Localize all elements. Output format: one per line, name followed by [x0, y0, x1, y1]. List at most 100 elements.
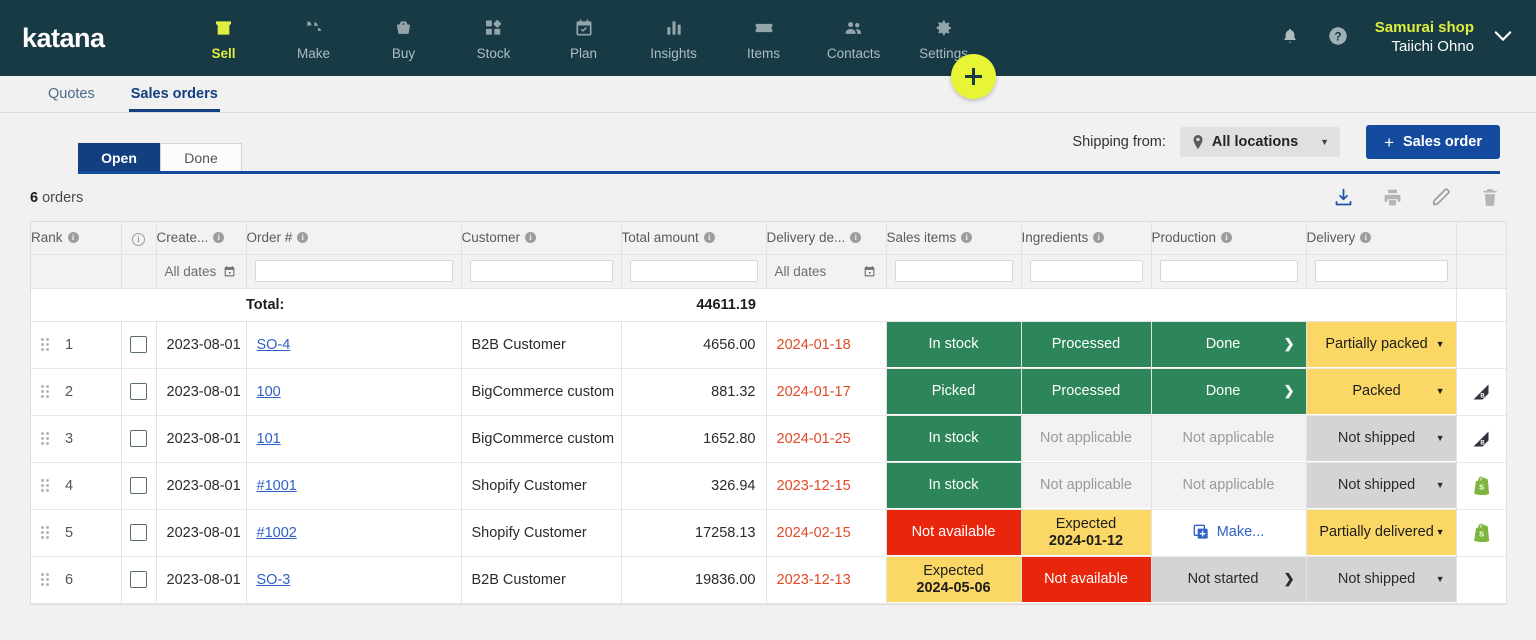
row-checkbox[interactable] [130, 477, 147, 494]
order-link[interactable]: SO-4 [257, 337, 291, 353]
segment-open[interactable]: Open [78, 143, 160, 171]
chevron-down-icon[interactable]: ▼ [1436, 433, 1445, 443]
col-header-order[interactable]: Order # i [246, 222, 462, 255]
table-row[interactable]: 5 2023-08-01 #1002 Shopify Customer 17258.13… [31, 509, 1507, 557]
info-icon[interactable]: i [1221, 232, 1233, 244]
nav-item-stock[interactable]: Stock [449, 15, 539, 61]
nav-item-buy[interactable]: Buy [359, 15, 449, 61]
col-header-sales-items[interactable]: Sales items i [886, 222, 1022, 255]
nav-item-make[interactable]: Make [269, 15, 359, 61]
filter-delivery-input[interactable] [1314, 260, 1448, 282]
location-dropdown[interactable]: All locations ▼ [1179, 127, 1341, 157]
row-checkbox[interactable] [130, 430, 147, 447]
tab-quotes[interactable]: Quotes [46, 76, 97, 112]
sales-items-badge[interactable]: Not available [886, 510, 1020, 555]
chevron-right-icon[interactable]: ❯ [1284, 572, 1295, 587]
sales-items-badge[interactable]: Expected 2024-05-06 [886, 557, 1020, 602]
delivery-badge[interactable]: Not shipped ▼ [1306, 557, 1455, 602]
col-header-customer[interactable]: Customer i [461, 222, 622, 255]
chevron-right-icon[interactable]: ❯ [1284, 337, 1295, 352]
delivery-badge[interactable]: Partially packed ▼ [1306, 322, 1455, 367]
delete-trash-icon[interactable] [1480, 187, 1500, 208]
filter-ingredients-input[interactable] [1029, 260, 1143, 282]
filter-customer[interactable] [461, 254, 622, 289]
col-header-created[interactable]: Create... i [156, 222, 247, 255]
filter-production-input[interactable] [1159, 260, 1298, 282]
quick-add-button[interactable] [951, 54, 996, 99]
production-badge[interactable]: Done ❯ [1151, 322, 1305, 367]
delivery-badge[interactable]: Packed ▼ [1306, 369, 1455, 414]
filter-sales-items-input[interactable] [894, 260, 1013, 282]
row-checkbox[interactable] [130, 524, 147, 541]
sales-items-badge[interactable]: In stock [886, 463, 1020, 508]
nav-item-contacts[interactable]: Contacts [809, 15, 899, 61]
print-icon[interactable] [1382, 187, 1403, 208]
production-badge[interactable]: Done ❯ [1151, 369, 1305, 414]
filter-delivery[interactable] [1306, 254, 1457, 289]
chevron-down-icon[interactable]: ▼ [1436, 480, 1445, 490]
new-sales-order-button[interactable]: + Sales order [1366, 125, 1500, 159]
ingredients-badge[interactable]: Processed [1021, 322, 1150, 367]
filter-order[interactable] [246, 254, 462, 289]
app-logo[interactable]: katana [22, 23, 105, 54]
col-header-rank[interactable]: Rank i [31, 222, 122, 255]
row-checkbox[interactable] [130, 383, 147, 400]
tab-sales-orders[interactable]: Sales orders [129, 76, 220, 112]
sales-items-badge[interactable]: Picked [886, 369, 1020, 414]
ingredients-badge[interactable]: Expected 2024-01-12 [1021, 510, 1150, 555]
sales-items-badge[interactable]: In stock [886, 322, 1020, 367]
drag-handle-icon[interactable] [41, 338, 49, 351]
col-header-total[interactable]: Total amount i [621, 222, 767, 255]
info-icon[interactable]: i [961, 232, 973, 244]
info-circle-icon[interactable]: i [132, 232, 145, 246]
drag-handle-icon[interactable] [41, 385, 49, 398]
download-icon[interactable] [1333, 187, 1354, 208]
delivery-badge[interactable]: Not shipped ▼ [1306, 463, 1455, 508]
bell-icon[interactable] [1281, 26, 1299, 51]
chevron-down-icon[interactable]: ▼ [1436, 339, 1445, 349]
edit-pencil-icon[interactable] [1431, 187, 1452, 208]
table-row[interactable]: 6 2023-08-01 SO-3 B2B Customer 19836.00 2023-… [31, 556, 1507, 604]
filter-delivery-deadline[interactable]: All dates [766, 254, 887, 289]
table-row[interactable]: 2 2023-08-01 100 BigCommerce custom 881.32 20… [31, 368, 1507, 416]
table-row[interactable]: 1 2023-08-01 SO-4 B2B Customer 4656.00 2024-0… [31, 321, 1507, 369]
nav-item-plan[interactable]: Plan [539, 15, 629, 61]
production-badge[interactable]: Make... [1151, 510, 1305, 555]
filter-created[interactable]: All dates [156, 254, 247, 289]
col-header-delivery-deadline[interactable]: Delivery de... i [766, 222, 887, 255]
table-row[interactable]: 3 2023-08-01 101 BigCommerce custom 1652.80 2… [31, 415, 1507, 463]
filter-ingredients[interactable] [1021, 254, 1152, 289]
row-checkbox[interactable] [130, 336, 147, 353]
segment-done[interactable]: Done [160, 143, 242, 171]
chevron-down-icon[interactable]: ▼ [1436, 527, 1445, 537]
nav-item-sell[interactable]: Sell [179, 15, 269, 61]
info-icon[interactable]: i [1093, 232, 1105, 244]
chevron-right-icon[interactable]: ❯ [1284, 384, 1295, 399]
order-link[interactable]: SO-3 [257, 572, 291, 588]
info-icon[interactable]: i [850, 232, 862, 244]
info-icon[interactable]: i [525, 232, 537, 244]
info-icon[interactable]: i [213, 232, 225, 244]
question-circle-icon[interactable]: ? [1327, 25, 1349, 52]
filter-total-input[interactable] [629, 260, 758, 282]
order-link[interactable]: 101 [257, 431, 281, 447]
filter-production[interactable] [1151, 254, 1307, 289]
table-row[interactable]: 4 2023-08-01 #1001 Shopify Customer 326.94 20… [31, 462, 1507, 510]
ingredients-badge[interactable]: Processed [1021, 369, 1150, 414]
nav-item-items[interactable]: Items [719, 15, 809, 61]
filter-sales-items[interactable] [886, 254, 1022, 289]
drag-handle-icon[interactable] [41, 479, 49, 492]
order-link[interactable]: #1001 [257, 478, 297, 494]
info-icon[interactable]: i [703, 232, 715, 244]
chevron-down-icon[interactable]: ▼ [1436, 574, 1445, 584]
delivery-badge[interactable]: Partially delivered ▼ [1306, 510, 1455, 555]
row-checkbox[interactable] [130, 571, 147, 588]
chevron-down-icon[interactable]: ▼ [1436, 386, 1445, 396]
filter-total[interactable] [621, 254, 767, 289]
info-icon[interactable]: i [67, 232, 79, 244]
col-header-delivery[interactable]: Delivery i [1306, 222, 1457, 255]
sales-items-badge[interactable]: In stock [886, 416, 1020, 461]
drag-handle-icon[interactable] [41, 432, 49, 445]
filter-order-input[interactable] [254, 260, 453, 282]
production-badge[interactable]: Not started ❯ [1151, 557, 1305, 602]
